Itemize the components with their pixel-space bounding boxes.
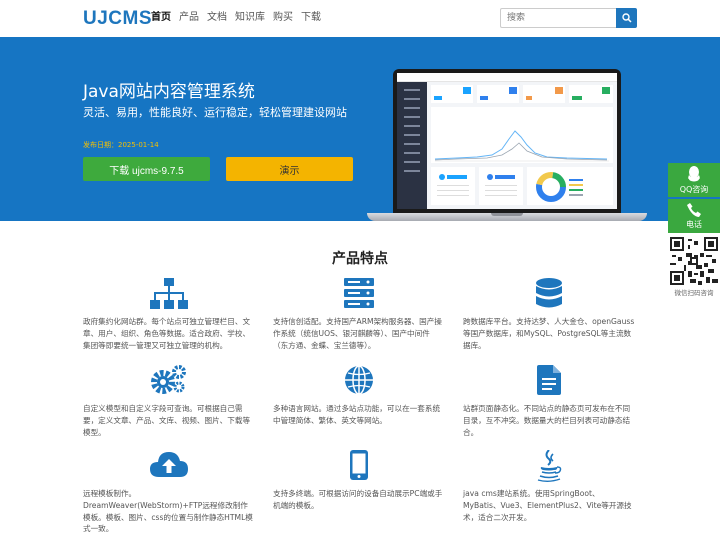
qr-code-icon <box>670 237 718 285</box>
qq-icon <box>688 165 700 181</box>
laptop-screenshot <box>367 65 647 221</box>
search-icon <box>621 13 632 23</box>
main-nav: 首页 产品 文档 知识库 购买 下载 <box>151 12 329 24</box>
mobile-icon <box>350 450 368 480</box>
feature-text: 多种语言网站。通过多站点功能，可以在一套系统中管理简体、繁体、英文等网站。 <box>273 404 441 425</box>
hero-banner: Java网站内容管理系统 灵活、易用，性能良好、运行稳定，轻松管理建设网站 发布… <box>0 37 720 221</box>
nav-buy[interactable]: 购买 <box>273 12 293 24</box>
hero-title: Java网站内容管理系统 <box>83 82 255 102</box>
nav-products[interactable]: 产品 <box>179 12 199 24</box>
search-box <box>500 8 637 28</box>
feature-text: 自定义模型和自定义字段可查询。可根据自己需要，定义文章、产品、文库、视频、图片、… <box>83 404 251 437</box>
database-icon <box>536 278 562 308</box>
globe-icon <box>345 365 373 395</box>
feature-text: 远程模板制作。DreamWeaver(WebStorm)+FTP远程修改制作模板… <box>83 489 253 534</box>
admin-dashboard-preview <box>397 73 617 209</box>
dashboard-graphics <box>431 85 613 205</box>
server-icon <box>344 278 374 308</box>
cloud-upload-icon <box>150 452 188 477</box>
qr-label: 微信扫码咨询 <box>674 289 714 297</box>
gears-icon <box>151 365 186 394</box>
nav-knowledge-base[interactable]: 知识库 <box>235 12 265 24</box>
nav-home[interactable]: 首页 <box>151 12 171 24</box>
phone-button[interactable]: 电话 <box>668 199 720 233</box>
qq-consult-label: QQ咨询 <box>679 184 709 194</box>
release-date: 发布日期：2025-01-14 <box>83 141 159 149</box>
qq-consult-button[interactable]: QQ咨询 <box>668 163 720 197</box>
nav-download[interactable]: 下载 <box>301 12 321 24</box>
feature-text: 支持信创适配。支持国产ARM架构服务器、国产操作系统（统信UOS、银河麒麟等）、… <box>273 317 442 350</box>
search-button[interactable] <box>616 8 637 28</box>
top-header: UJCMS 首页 产品 文档 知识库 购买 下载 <box>0 0 720 37</box>
java-icon <box>537 450 562 482</box>
feature-text: 站群页面静态化。不同站点的静态页可发布在不同目录，互不冲突。数据量大的栏目列表可… <box>463 404 631 437</box>
search-input[interactable] <box>500 8 616 28</box>
nav-docs[interactable]: 文档 <box>207 12 227 24</box>
features-heading: 产品特点 <box>332 251 388 267</box>
feature-text: java cms建站系统。使用SpringBoot、MyBatis、Vue3、E… <box>463 489 632 522</box>
sitemap-icon <box>150 278 188 309</box>
document-icon <box>537 365 561 395</box>
feature-text: 跨数据库平台。支持达梦、人大金仓、openGauss等国产数据库，和MySQL、… <box>463 317 635 350</box>
phone-icon <box>687 202 701 217</box>
demo-button[interactable]: 演示 <box>226 157 353 181</box>
site-logo[interactable]: UJCMS <box>83 8 152 30</box>
feature-text: 政府集约化网站群。每个站点可独立管理栏目、文章、用户、组织、角色等数据。适合政府… <box>83 317 251 350</box>
download-button[interactable]: 下载 ujcms-9.7.5 <box>83 157 210 181</box>
hero-subtitle: 灵活、易用，性能良好、运行稳定，轻松管理建设网站 <box>83 106 347 119</box>
wechat-qr-panel: 微信扫码咨询 <box>668 235 720 299</box>
laptop-screen-frame <box>393 69 621 213</box>
phone-label: 电话 <box>686 219 702 229</box>
feature-text: 支持多终端。可根据访问的设备自动展示PC端或手机端的模板。 <box>273 489 443 510</box>
